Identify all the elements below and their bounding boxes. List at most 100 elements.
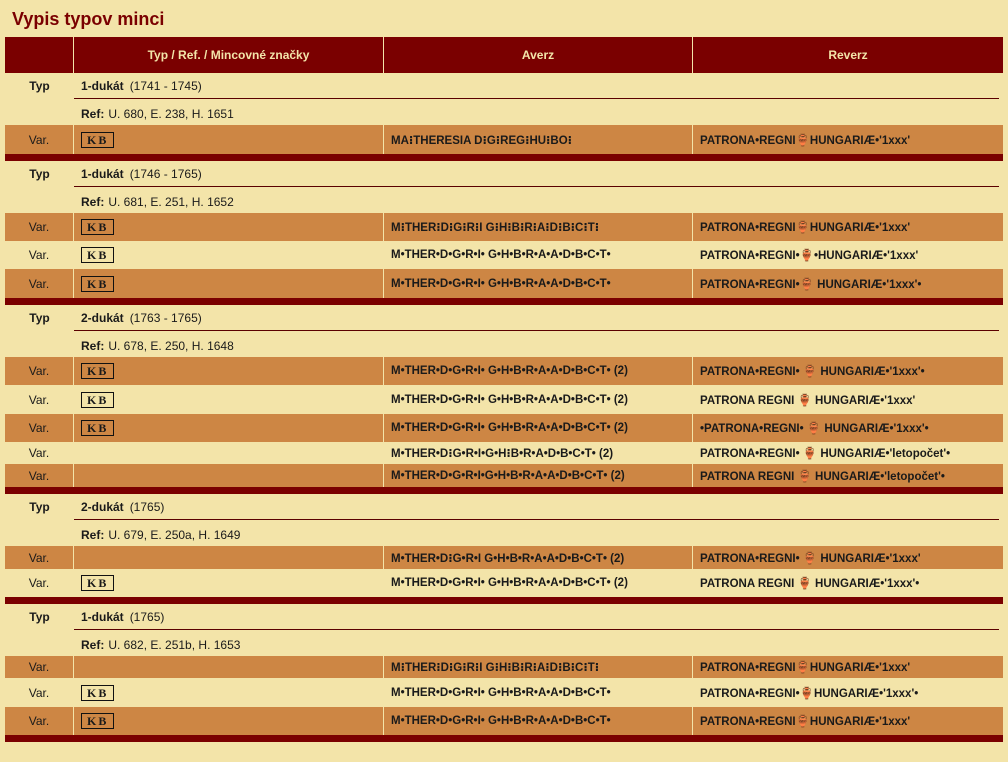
variant-label: Var.: [5, 269, 74, 298]
header-type: Typ / Ref. / Mincovné značky: [74, 37, 384, 73]
group-separator: [5, 487, 1003, 494]
averz-cell: M•THER•D•G•R•I• G•H•B•R•A•A•D•B•C•T• (2): [384, 569, 693, 597]
type-cell: 2-dukát (1763 - 1765): [74, 305, 999, 331]
ref-spacer: [5, 187, 74, 213]
ref-spacer: [5, 520, 74, 546]
type-name: 2-dukát: [81, 310, 124, 325]
averz-cell: M•THER•D⁝G•R•I•G•H⁝B•R•A•D•B•C•T• (2): [384, 442, 693, 464]
ref-value: U. 679, E. 250a, H. 1649: [108, 527, 241, 542]
averz-cell: M•THER•D•G•R•I• G•H•B•R•A•A•D•B•C•T• (2): [384, 385, 693, 414]
mint-mark-cell: KB: [74, 414, 384, 442]
type-name: 2-dukát: [81, 499, 124, 514]
variant-label: Var.: [5, 213, 74, 241]
variant-row: Var. M•THER•D⁝G•R•I•G•H⁝B•R•A•D•B•C•T• (2…: [5, 442, 1003, 464]
type-years: (1763 - 1765): [129, 310, 202, 325]
mint-mark-cell: [74, 464, 384, 487]
variant-row: Var. KB M⁝THER⁝D⁝G⁝R⁝I G⁝H⁝B⁝R⁝A⁝D⁝B⁝C⁝T⁝ P…: [5, 213, 1003, 241]
reverz-cell: PATRONA REGNI 🏺 HUNGARIÆ•'letopočet'•: [700, 470, 945, 483]
variant-label: Var.: [5, 707, 74, 735]
ref-spacer: [5, 99, 74, 125]
variant-row: Var. M•THER•D•G•R•I•G•H•B•R•A•A•D•B•C•T• …: [5, 464, 1003, 487]
type-row: Typ 1-dukát (1765): [5, 604, 1003, 630]
averz-cell: M•THER•D•G•R•I• G•H•B•R•A•A•D•B•C•T•: [384, 707, 693, 735]
header-averz: Averz: [384, 37, 693, 73]
variant-label: Var.: [5, 414, 74, 442]
ref-spacer: [5, 331, 74, 357]
type-label: Typ: [29, 79, 50, 93]
variant-label: Var.: [5, 569, 74, 597]
reverz-cell: PATRONA•REGNI🏺HUNGARIÆ•'1xxx': [700, 134, 911, 147]
mint-mark-cell: KB: [74, 357, 384, 385]
variant-row: Var. KB M•THER•D•G•R•I• G•H•B•R•A•A•D•B•C•…: [5, 241, 1003, 269]
type-row: Typ 1-dukát (1746 - 1765): [5, 161, 1003, 187]
averz-cell: M•THER•D•G•R•I• G•H•B•R•A•A•D•B•C•T•: [384, 269, 693, 298]
averz-cell: M•THER•D•G•R•I• G•H•B•R•A•A•D•B•C•T• (2): [384, 357, 693, 385]
mint-mark-kb: KB: [81, 713, 115, 729]
variant-label: Var.: [5, 357, 74, 385]
mint-mark-kb: KB: [81, 247, 115, 263]
reverz-cell: PATRONA•REGNI• 🏺 HUNGARIÆ•'letopočet'•: [700, 448, 951, 460]
variant-label: Var.: [5, 546, 74, 569]
reverz-cell: PATRONA•REGNI• 🏺 HUNGARIÆ•'1xxx'•: [700, 366, 925, 378]
mint-mark-cell: [74, 546, 384, 569]
variant-row: Var. M•THER•D⁝G•R•I G•H•B•R•A•A•D•B•C•T• …: [5, 546, 1003, 569]
table-header: Typ / Ref. / Mincovné značky Averz Rever…: [5, 37, 1003, 73]
type-label: Typ: [29, 167, 50, 181]
ref-cell: Ref: U. 682, E. 251b, H. 1653: [74, 630, 1003, 656]
type-name: 1-dukát: [81, 609, 124, 624]
ref-row: Ref: U. 678, E. 250, H. 1648: [5, 331, 1003, 357]
page-title: Vypis typov minci: [12, 9, 165, 29]
ref-value: U. 678, E. 250, H. 1648: [108, 338, 234, 353]
type-years: (1765): [129, 499, 165, 514]
mint-mark-kb: KB: [81, 391, 115, 408]
reverz-cell: PATRONA•REGNI🏺HUNGARIÆ•'1xxx': [700, 662, 911, 674]
mint-mark-cell: KB: [74, 707, 384, 735]
type-label: Typ: [29, 500, 50, 514]
ref-cell: Ref: U. 678, E. 250, H. 1648: [74, 331, 1003, 357]
type-cell: 1-dukát (1741 - 1745): [74, 73, 999, 99]
mint-mark-kb: KB: [81, 420, 115, 436]
reverz-cell: PATRONA•REGNI•🏺 HUNGARIÆ•'1xxx'•: [700, 278, 922, 291]
ref-label: Ref:: [81, 637, 105, 652]
ref-row: Ref: U. 681, E. 251, H. 1652: [5, 187, 1003, 213]
averz-cell: M⁝THER⁝D⁝G⁝R⁝I G⁝H⁝B⁝R⁝A⁝D⁝B⁝C⁝T⁝: [384, 213, 693, 241]
variant-row: Var. KB M•THER•D•G•R•I• G•H•B•R•A•A•D•B•C•…: [5, 707, 1003, 735]
reverz-cell: PATRONA•REGNI•🏺HUNGARIÆ•'1xxx'•: [700, 687, 919, 700]
variant-row: Var. KB M•THER•D•G•R•I• G•H•B•R•A•A•D•B•C•…: [5, 385, 1003, 414]
header-reverz: Reverz: [828, 48, 868, 62]
mint-mark-cell: KB: [74, 213, 384, 241]
ref-label: Ref:: [81, 106, 105, 121]
averz-cell: M•THER•D•G•R•I• G•H•B•R•A•A•D•B•C•T• (2): [384, 414, 693, 442]
variant-label: Var.: [5, 125, 74, 154]
ref-label: Ref:: [81, 527, 105, 542]
variant-row: Var. KB M•THER•D•G•R•I• G•H•B•R•A•A•D•B•C•…: [5, 357, 1003, 385]
type-groups: Typ 1-dukát (1741 - 1745) Ref: U. 680, E. 23…: [5, 73, 1003, 742]
averz-cell: M•THER•D•G•R•I•G•H•B•R•A•A•D•B•C•T• (2): [384, 464, 693, 487]
type-years: (1741 - 1745): [129, 78, 202, 93]
type-years: (1765): [129, 609, 165, 624]
type-label: Typ: [29, 311, 50, 325]
group-separator: [5, 154, 1003, 161]
type-row: Typ 2-dukát (1765): [5, 494, 1003, 520]
ref-value: U. 681, E. 251, H. 1652: [108, 194, 234, 209]
ref-label: Ref:: [81, 338, 105, 353]
variant-row: Var. KB M•THER•D•G•R•I• G•H•B•R•A•A•D•B•C•…: [5, 678, 1003, 707]
mint-mark-kb: KB: [81, 131, 115, 148]
mint-mark-kb: KB: [81, 575, 115, 591]
reverz-cell: PATRONA•REGNI•🏺•HUNGARIÆ•'1xxx': [700, 250, 919, 262]
group-separator: [5, 735, 1003, 742]
reverz-cell: PATRONA REGNI 🏺 HUNGARIÆ•'1xxx'•: [700, 578, 920, 590]
variant-label: Var.: [5, 241, 74, 269]
group-separator: [5, 298, 1003, 305]
variant-row: Var. KB M•THER•D•G•R•I• G•H•B•R•A•A•D•B•C•…: [5, 414, 1003, 442]
ref-row: Ref: U. 679, E. 250a, H. 1649: [5, 520, 1003, 546]
type-row: Typ 2-dukát (1763 - 1765): [5, 305, 1003, 331]
reverz-cell: PATRONA•REGNI🏺HUNGARIÆ•'1xxx': [700, 222, 911, 234]
ref-row: Ref: U. 680, E. 238, H. 1651: [5, 99, 1003, 125]
ref-cell: Ref: U. 680, E. 238, H. 1651: [74, 99, 1003, 125]
mint-mark-cell: KB: [74, 125, 384, 154]
averz-cell: M•THER•D•G•R•I• G•H•B•R•A•A•D•B•C•T•: [384, 241, 693, 269]
type-cell: 2-dukát (1765): [74, 494, 999, 520]
mint-mark-cell: [74, 656, 384, 678]
variant-label: Var.: [5, 464, 74, 487]
